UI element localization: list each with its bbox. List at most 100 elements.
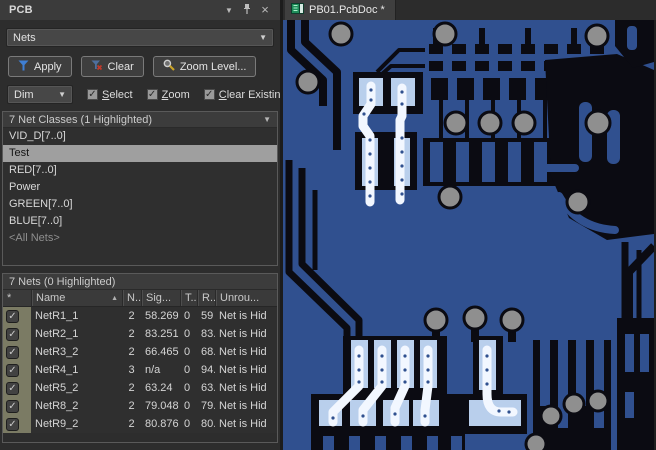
checkbox-checked-icon[interactable]: ✓ <box>6 309 19 323</box>
checkbox-checked-icon[interactable]: ✓ <box>146 89 158 100</box>
net-unrouted: Net is Hid <box>219 328 267 340</box>
panel-titlebar: PCB ▼ × <box>0 0 280 20</box>
apply-button[interactable]: Apply <box>8 56 72 77</box>
net-t: 0 <box>184 328 191 340</box>
net-t: 0 <box>184 310 191 322</box>
table-row[interactable]: ✓ NetR5_2 2 63.24 0 63. Net is Hid <box>3 379 277 397</box>
net-enabled-cell: ✓ <box>3 307 31 325</box>
checkbox-checked-icon[interactable]: ✓ <box>6 399 19 413</box>
table-empty-area <box>3 433 277 442</box>
clear-existing-checkbox-label: Clear Existing <box>218 88 280 101</box>
column-header-nodes[interactable]: N.. <box>122 290 141 306</box>
net-unrouted: Net is Hid <box>219 364 267 376</box>
net-classes-box: 7 Net Classes (1 Highlighted) ▼ VID_D[7.… <box>2 111 278 266</box>
net-t: 0 <box>184 400 191 412</box>
checkbox-checked-icon[interactable]: ✓ <box>6 327 19 341</box>
table-row[interactable]: ✓ NetR3_2 2 66.465 0 68. Net is Hid <box>3 343 277 361</box>
table-row[interactable]: ✓ NetR4_1 3 n/a 0 94. Net is Hid <box>3 361 277 379</box>
pcb-panel: PCB ▼ × Nets ▼ Apply Clear Zoom Level... <box>0 0 283 450</box>
column-header-t[interactable]: T... <box>180 290 197 306</box>
net-t: 0 <box>184 382 191 394</box>
net-signal: 83.251 <box>145 328 179 340</box>
net-class-item[interactable]: RED[7..0] <box>3 162 277 179</box>
net-name: NetR1_1 <box>35 310 79 322</box>
net-name: NetR8_2 <box>35 400 79 412</box>
net-routed: 83. <box>201 328 215 340</box>
clear-button[interactable]: Clear <box>80 56 144 77</box>
net-classes-header[interactable]: 7 Net Classes (1 Highlighted) ▼ <box>3 112 277 128</box>
checkbox-checked-icon[interactable]: ✓ <box>6 381 19 395</box>
apply-funnel-icon <box>18 60 29 74</box>
panel-menu-dropdown-icon[interactable]: ▼ <box>220 6 238 15</box>
close-icon[interactable]: × <box>256 3 274 16</box>
net-class-item-all-nets[interactable]: <All Nets> <box>3 230 277 247</box>
net-class-item-selected[interactable]: Test <box>3 145 277 162</box>
net-routed: 59 <box>201 310 214 322</box>
net-nodes: 2 <box>128 328 135 340</box>
net-routed: 68. <box>201 346 215 358</box>
table-row[interactable]: ✓ NetR9_2 2 80.876 0 80. Net is Hid <box>3 415 277 433</box>
checkbox-checked-icon[interactable]: ✓ <box>203 89 215 100</box>
checkbox-checked-icon[interactable]: ✓ <box>87 89 98 100</box>
column-header-name-label: Name <box>36 292 66 304</box>
column-header-routed[interactable]: R... <box>197 290 215 306</box>
net-name: NetR5_2 <box>35 382 79 394</box>
pin-icon[interactable] <box>238 3 256 17</box>
select-checkbox-group[interactable]: ✓ Select <box>87 89 133 101</box>
sort-ascending-icon: ▲ <box>111 294 118 302</box>
checkbox-checked-icon[interactable]: ✓ <box>6 345 19 359</box>
net-unrouted: Net is Hid <box>219 346 267 358</box>
net-signal: 66.465 <box>145 346 179 358</box>
net-enabled-cell: ✓ <box>3 361 31 379</box>
net-class-item[interactable]: Power <box>3 179 277 196</box>
tab-label: PB01.PcbDoc * <box>309 4 385 16</box>
panel-mode-select[interactable]: Nets ▼ <box>6 28 274 47</box>
panel-mode-value: Nets <box>13 31 36 44</box>
dim-mode-select[interactable]: Dim ▼ <box>7 85 73 104</box>
net-signal: 80.876 <box>145 418 179 430</box>
net-nodes: 2 <box>128 346 135 358</box>
zoom-level-button-label: Zoom Level... <box>179 60 247 73</box>
clear-button-label: Clear <box>107 60 134 73</box>
pcb-document-icon <box>291 3 304 17</box>
net-class-item[interactable]: VID_D[7..0] <box>3 128 277 145</box>
column-header-name[interactable]: Name ▲ <box>31 290 122 306</box>
net-routed: 94. <box>201 364 215 376</box>
net-name: NetR9_2 <box>35 418 79 430</box>
column-header-star[interactable]: * <box>3 290 31 306</box>
checkbox-checked-icon[interactable]: ✓ <box>6 417 19 431</box>
dim-options-row: Dim ▼ ✓ Select ✓ Zoom ✓ Clear Existing <box>7 85 280 104</box>
nets-box: 7 Nets (0 Highlighted) * Name ▲ N.. Sig.… <box>2 273 278 443</box>
net-t: 0 <box>184 418 191 430</box>
net-name: NetR4_1 <box>35 364 79 376</box>
dim-mode-value: Dim <box>14 88 34 101</box>
panel-toolbar: Apply Clear Zoom Level... <box>8 56 280 77</box>
zoom-checkbox-label: Zoom <box>161 88 190 101</box>
column-header-signal[interactable]: Sig... <box>141 290 180 306</box>
column-header-unrouted[interactable]: Unrou... <box>215 290 277 306</box>
net-unrouted: Net is Hid <box>219 418 267 430</box>
table-row[interactable]: ✓ NetR1_1 2 58.269 0 59 Net is Hid <box>3 307 277 325</box>
net-class-item[interactable]: BLUE[7..0] <box>3 213 277 230</box>
nets-header-label: 7 Nets (0 Highlighted) <box>9 275 116 288</box>
clear-existing-checkbox-group[interactable]: ✓ Clear Existing <box>203 88 280 101</box>
table-row[interactable]: ✓ NetR2_1 2 83.251 0 83. Net is Hid <box>3 325 277 343</box>
application-window: PCB ▼ × Nets ▼ Apply Clear Zoom Level... <box>0 0 656 450</box>
net-unrouted: Net is Hid <box>219 310 267 322</box>
net-name: NetR3_2 <box>35 346 79 358</box>
net-routed: 80. <box>201 418 215 430</box>
nets-table-header: * Name ▲ N.. Sig... T... R... Unrou... <box>3 290 277 307</box>
net-class-item[interactable]: GREEN[7..0] <box>3 196 277 213</box>
document-tabbar: PB01.PcbDoc * <box>283 0 656 20</box>
chevron-down-icon: ▼ <box>259 33 267 42</box>
net-enabled-cell: ✓ <box>3 397 31 415</box>
tab-pb01-pcbdoc[interactable]: PB01.PcbDoc * <box>285 0 396 20</box>
chevron-down-icon: ▼ <box>263 115 271 124</box>
zoom-checkbox-group[interactable]: ✓ Zoom <box>146 88 190 101</box>
table-row[interactable]: ✓ NetR8_2 2 79.048 0 79. Net is Hid <box>3 397 277 415</box>
pcb-canvas[interactable] <box>283 20 656 450</box>
net-enabled-cell: ✓ <box>3 415 31 433</box>
zoom-level-button[interactable]: Zoom Level... <box>152 56 257 77</box>
checkbox-checked-icon[interactable]: ✓ <box>6 363 19 377</box>
panel-title: PCB <box>9 4 33 16</box>
